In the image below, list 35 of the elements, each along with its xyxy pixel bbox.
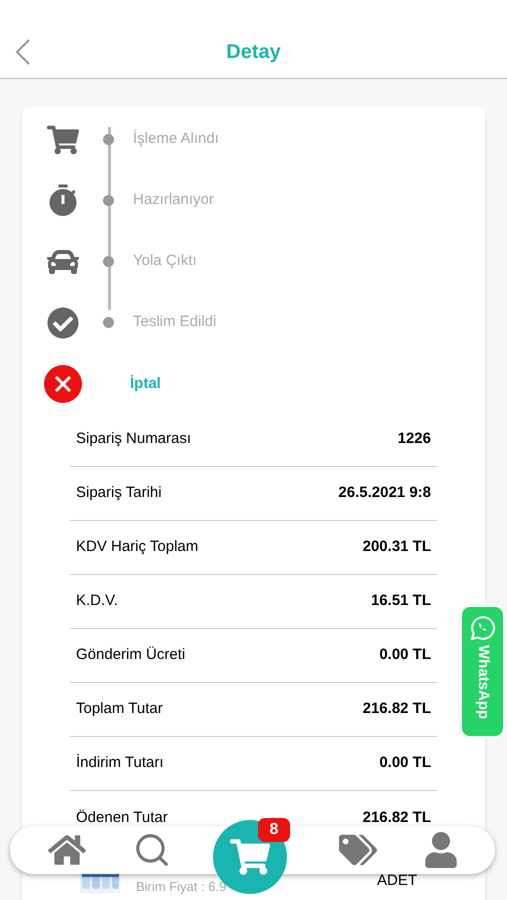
- chat-icon: [470, 615, 496, 641]
- detail-value: 0.00 TL: [379, 753, 431, 774]
- home-icon[interactable]: [48, 833, 86, 867]
- unit-label: ADET: [376, 872, 417, 889]
- whatsapp-button[interactable]: WhatsApp: [460, 605, 505, 738]
- unit-price: Birim Fiyat : 6.9: [136, 879, 226, 894]
- step-label: İşleme Alındı: [133, 129, 219, 150]
- detail-label: KDV Hariç Toplam: [76, 537, 198, 558]
- back-icon[interactable]: [14, 38, 32, 66]
- detail-value: 200.31 TL: [362, 537, 431, 558]
- detail-label: İndirim Tutarı: [76, 753, 164, 774]
- detail-label: Gönderim Ücreti: [76, 645, 186, 666]
- cart-icon: [230, 837, 270, 877]
- status-label: İptal: [130, 374, 161, 394]
- profile-icon[interactable]: [424, 832, 458, 868]
- detail-value: 1226: [398, 429, 431, 450]
- cancel-icon: [43, 364, 83, 404]
- step-label: Hazırlanıyor: [133, 190, 214, 210]
- page-title: Detay: [226, 40, 281, 65]
- detail-value: 0.00 TL: [379, 645, 431, 666]
- detail-label: Toplam Tutar: [76, 699, 163, 720]
- detail-label: Ödenen Tutar: [76, 808, 168, 828]
- check-icon: [47, 306, 79, 338]
- step-label: Yola Çıktı: [133, 251, 197, 272]
- detail-label: Sipariş Numarası: [76, 429, 192, 450]
- detail-value: 16.51 TL: [370, 591, 431, 612]
- cart-icon: [47, 124, 79, 156]
- detail-label: K.D.V.: [76, 591, 118, 612]
- tag-icon[interactable]: [338, 833, 376, 867]
- detail-value: 26.5.2021 9:8: [338, 483, 431, 504]
- detail-value: 216.82 TL: [362, 808, 431, 828]
- cart-count-badge: 8: [258, 818, 290, 842]
- step-label: Teslim Edildi: [133, 312, 216, 332]
- detail-label: Sipariş Tarihi: [76, 483, 162, 504]
- detail-value: 216.82 TL: [362, 699, 431, 720]
